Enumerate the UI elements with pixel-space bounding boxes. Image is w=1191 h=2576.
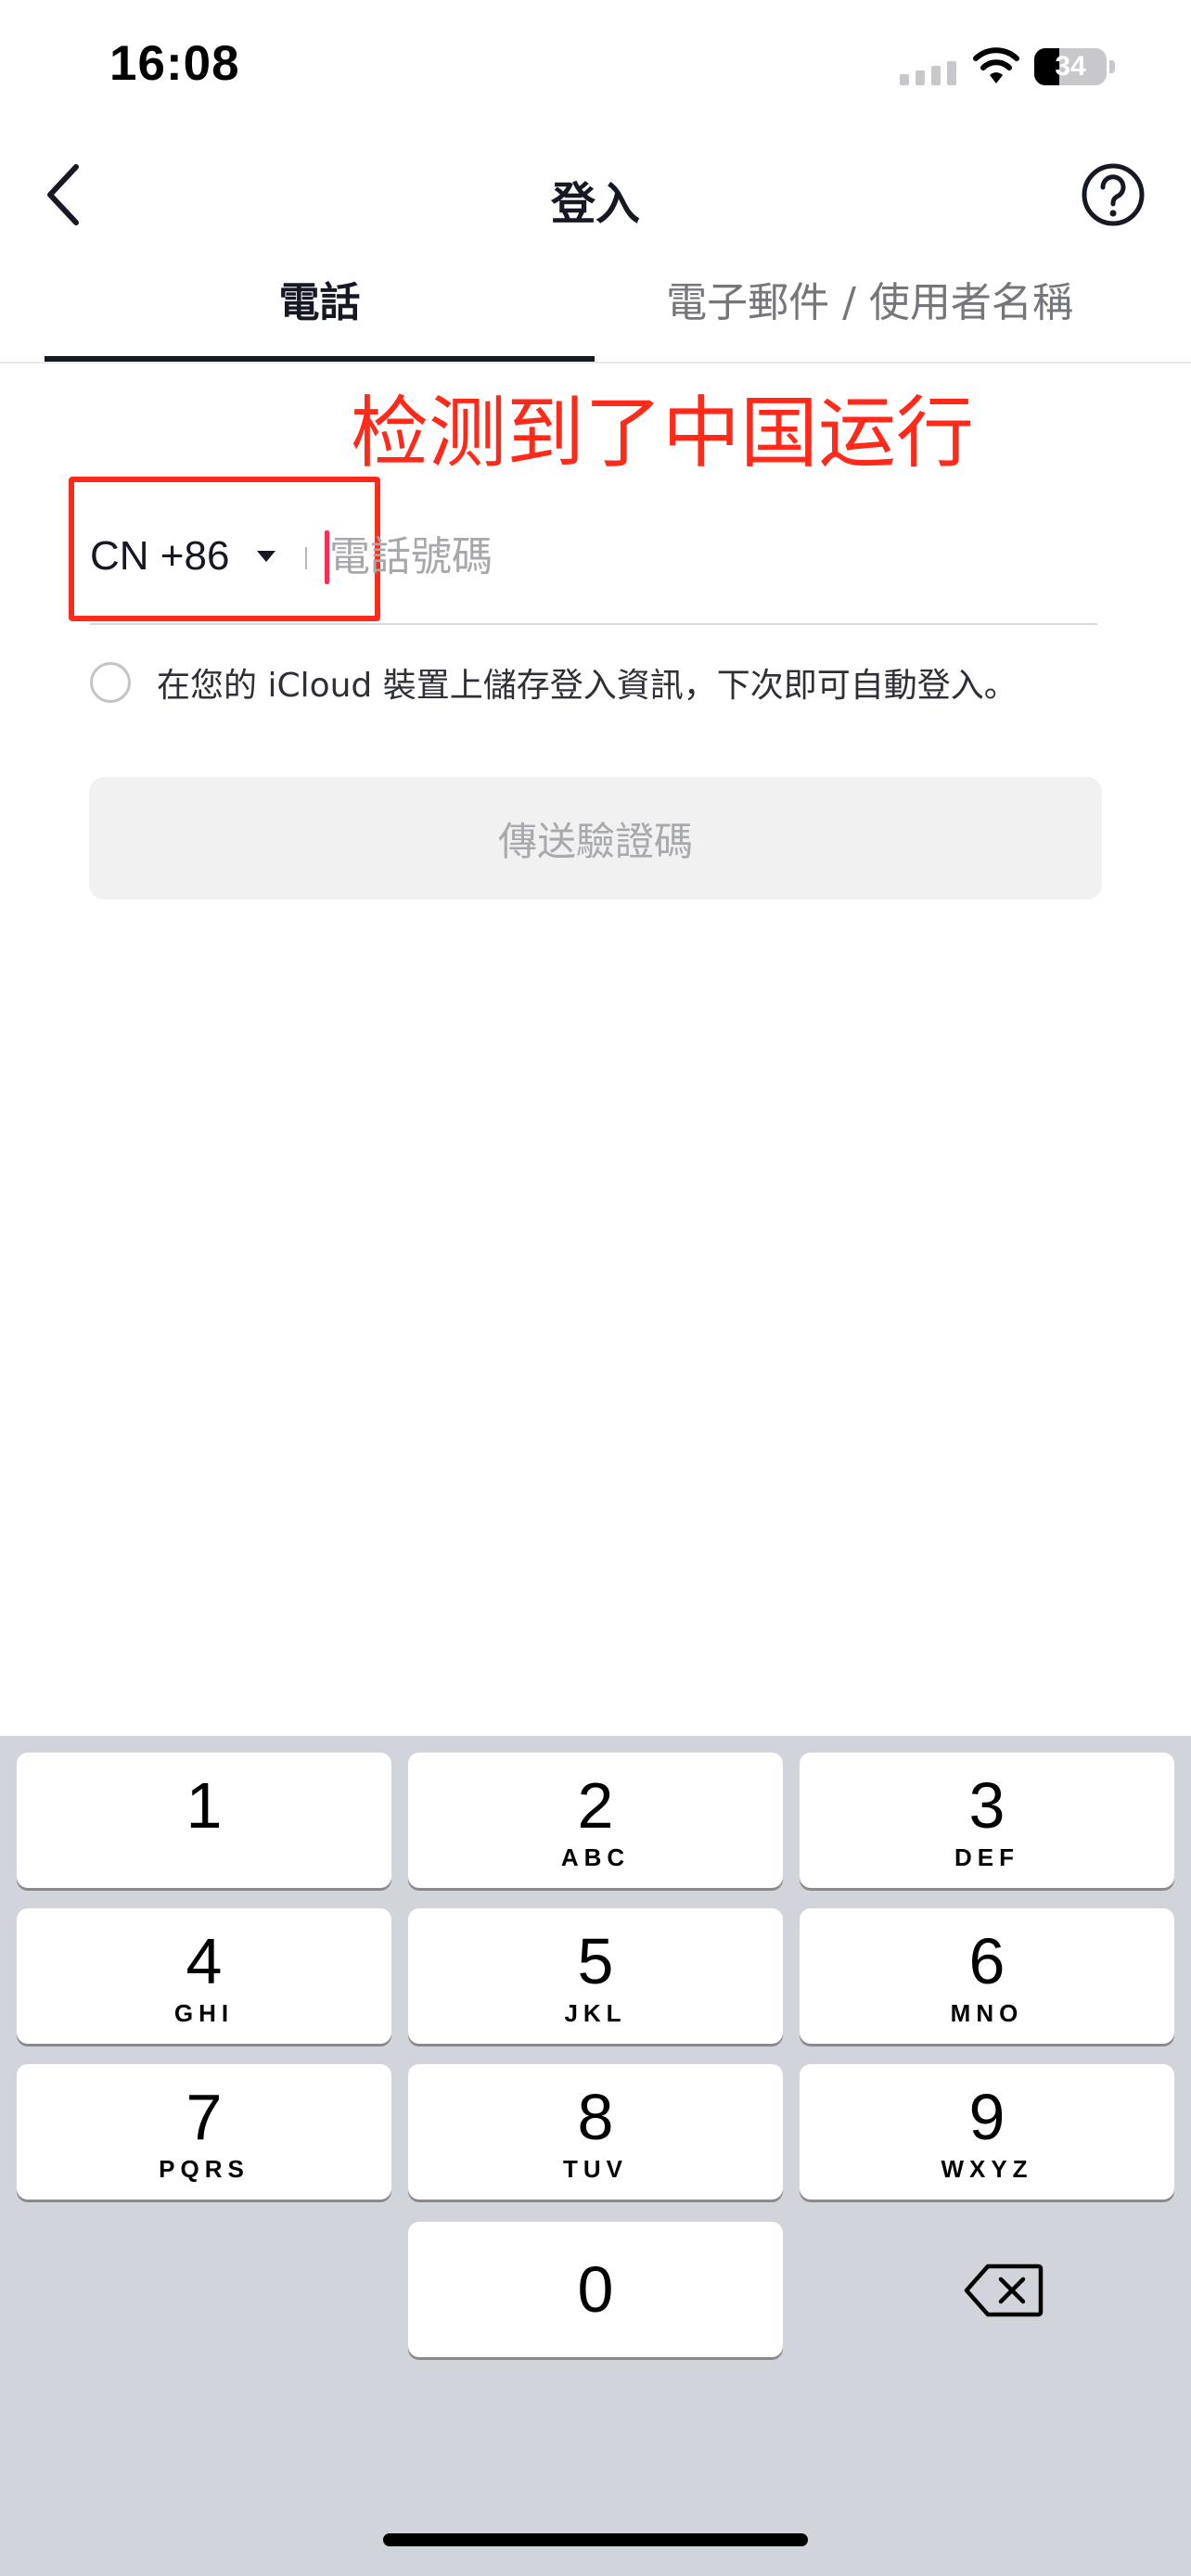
key-letters: GHI bbox=[173, 1999, 235, 2027]
help-button[interactable] bbox=[1076, 158, 1150, 232]
key-3[interactable]: 3 DEF bbox=[800, 1753, 1174, 1888]
key-letters: WXYZ bbox=[941, 2155, 1033, 2183]
battery-tip bbox=[1109, 60, 1115, 73]
key-digit: 9 bbox=[968, 2081, 1005, 2153]
key-letters: MNO bbox=[950, 1999, 1024, 2027]
key-1[interactable]: 1 bbox=[17, 1753, 391, 1888]
caret-down-icon bbox=[257, 551, 276, 562]
key-letters: JKL bbox=[564, 1999, 627, 2027]
key-letters: TUV bbox=[563, 2155, 628, 2183]
key-digit: 2 bbox=[577, 1769, 614, 1842]
battery-body: 34 bbox=[1034, 48, 1107, 85]
phone-number-input[interactable] bbox=[329, 521, 1071, 592]
battery-icon: 34 bbox=[1034, 48, 1116, 85]
key-8[interactable]: 8 TUV bbox=[408, 2064, 783, 2200]
key-digit: 3 bbox=[968, 1769, 1005, 1842]
delete-key[interactable] bbox=[816, 2222, 1191, 2357]
send-code-button[interactable]: 傳送驗證碼 bbox=[89, 777, 1102, 899]
home-indicator bbox=[383, 2533, 808, 2546]
key-2[interactable]: 2 ABC bbox=[408, 1753, 783, 1888]
question-circle-icon bbox=[1082, 163, 1145, 226]
key-digit: 7 bbox=[186, 2081, 223, 2153]
key-digit: 8 bbox=[577, 2081, 614, 2153]
remember-login-label: 在您的 iCloud 裝置上儲存登入資訊，下次即可自動登入。 bbox=[157, 667, 1018, 705]
remember-login-radio[interactable] bbox=[90, 662, 131, 703]
battery-level: 34 bbox=[1055, 51, 1086, 82]
key-letters: PQRS bbox=[159, 2155, 250, 2183]
cellular-signal-icon bbox=[900, 61, 956, 85]
status-bar: 16:08 34 bbox=[0, 0, 1191, 139]
key-letters: ABC bbox=[560, 1843, 631, 1871]
key-7[interactable]: 7 PQRS bbox=[17, 2064, 391, 2200]
nav-bar: 登入 bbox=[0, 139, 1191, 250]
tab-phone[interactable]: 電話 bbox=[45, 269, 595, 362]
key-0[interactable]: 0 bbox=[408, 2222, 783, 2357]
key-digit: 5 bbox=[577, 1925, 614, 1997]
key-5[interactable]: 5 JKL bbox=[408, 1908, 783, 2044]
field-divider bbox=[305, 547, 307, 569]
key-digit: 4 bbox=[186, 1925, 223, 1997]
tab-email-username[interactable]: 電子郵件 / 使用者名稱 bbox=[595, 269, 1145, 362]
key-4[interactable]: 4 GHI bbox=[17, 1908, 391, 2044]
backspace-icon bbox=[964, 2264, 1044, 2317]
key-6[interactable]: 6 MNO bbox=[800, 1908, 1174, 2044]
remember-login-option[interactable]: 在您的 iCloud 裝置上儲存登入資訊，下次即可自動登入。 bbox=[90, 655, 1138, 710]
country-code: CN +86 bbox=[90, 533, 230, 579]
phone-input-row: CN +86 bbox=[90, 501, 1097, 625]
annotation-text: 检测到了中国运行 bbox=[351, 388, 975, 478]
key-9[interactable]: 9 WXYZ bbox=[800, 2064, 1174, 2200]
key-letters: DEF bbox=[954, 1843, 1019, 1871]
active-tab-indicator bbox=[45, 356, 595, 362]
key-digit: 6 bbox=[968, 1925, 1005, 1997]
numeric-keyboard: 1 2 ABC 3 DEF 4 GHI 5 JKL 6 MNO 7 PQRS 8… bbox=[0, 1736, 1191, 2576]
country-code-selector[interactable]: CN +86 bbox=[90, 529, 277, 584]
key-digit: 1 bbox=[186, 1769, 223, 1842]
login-method-tabs: 電話 電子郵件 / 使用者名稱 bbox=[0, 269, 1191, 363]
status-time: 16:08 bbox=[109, 36, 240, 91]
wifi-icon bbox=[973, 47, 1019, 83]
page-title: 登入 bbox=[550, 178, 640, 230]
key-digit: 0 bbox=[577, 2253, 614, 2326]
